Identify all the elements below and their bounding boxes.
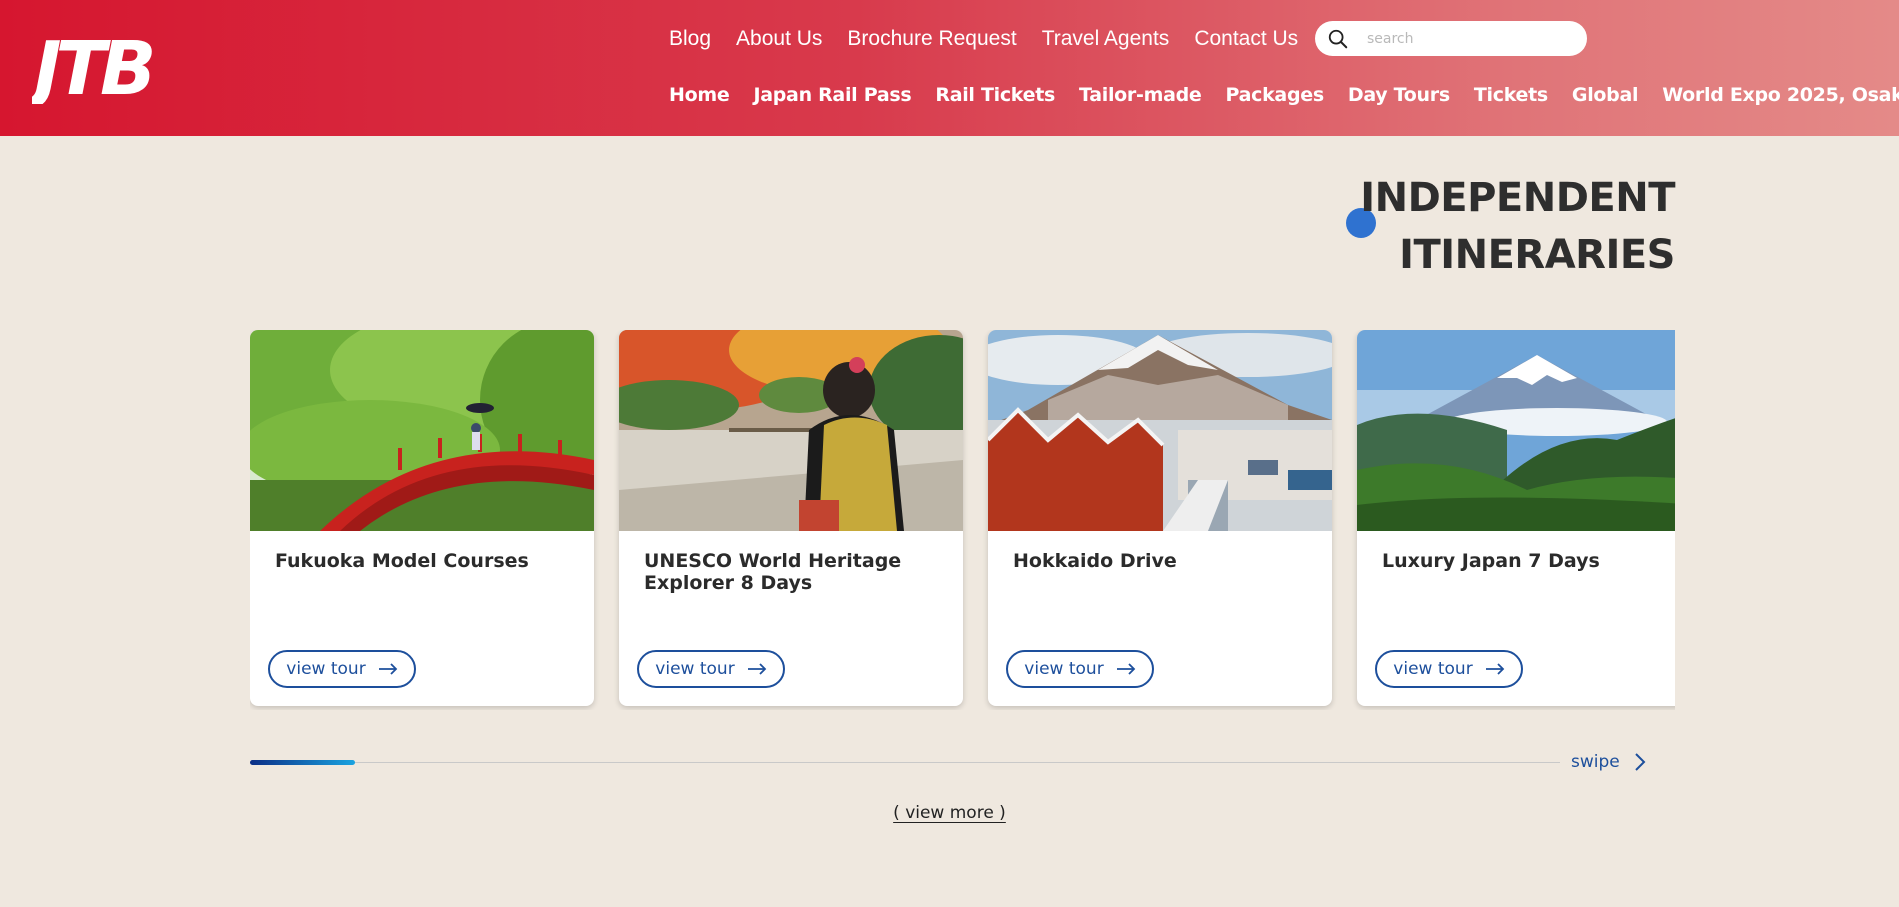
tour-card[interactable]: Fukuoka Model Courses view tour (250, 330, 594, 706)
view-more-link[interactable]: ( view more ) (893, 803, 1006, 823)
swipe-label: swipe (1571, 752, 1620, 772)
card-title: Luxury Japan 7 Days (1382, 550, 1600, 572)
card-image-fukuoka[interactable] (250, 330, 594, 531)
view-tour-button[interactable]: view tour (1375, 650, 1523, 688)
arrow-right-icon (1116, 663, 1135, 675)
nav-item-global[interactable]: Global (1572, 84, 1639, 106)
nav-item-packages[interactable]: Packages (1225, 84, 1324, 106)
chevron-right-icon[interactable] (1634, 752, 1646, 772)
logo-text: JTB (32, 26, 152, 104)
card-title: Hokkaido Drive (1013, 550, 1177, 572)
view-tour-button[interactable]: view tour (637, 650, 785, 688)
nav-item-japan-rail-pass[interactable]: Japan Rail Pass (753, 84, 911, 106)
top-link-travel-agents[interactable]: Travel Agents (1042, 27, 1170, 51)
search-box[interactable] (1315, 21, 1587, 56)
jtb-logo[interactable]: JTB (32, 24, 162, 104)
site-header: JTB Blog About Us Brochure Request Trave… (0, 0, 1899, 136)
top-link-blog[interactable]: Blog (669, 27, 711, 51)
card-image-hokkaido[interactable] (988, 330, 1332, 531)
nav-item-home[interactable]: Home (669, 84, 730, 106)
top-link-brochure-request[interactable]: Brochure Request (847, 27, 1016, 51)
arrow-right-icon (1485, 663, 1504, 675)
nav-item-world-expo[interactable]: World Expo 2025, Osaka (1662, 84, 1899, 106)
view-tour-label: view tour (1393, 659, 1473, 679)
arrow-right-icon (747, 663, 766, 675)
view-tour-button[interactable]: view tour (1006, 650, 1154, 688)
search-input[interactable] (1367, 30, 1567, 47)
tour-card[interactable]: Hokkaido Drive view tour (988, 330, 1332, 706)
view-tour-label: view tour (655, 659, 735, 679)
tour-card[interactable]: Luxury Japan 7 Days view tour (1357, 330, 1675, 706)
arrow-right-icon (378, 663, 397, 675)
nav-item-tickets[interactable]: Tickets (1474, 84, 1548, 106)
main-nav: Home Japan Rail Pass Rail Tickets Tailor… (669, 80, 1899, 110)
utility-nav: Blog About Us Brochure Request Travel Ag… (669, 24, 1323, 54)
nav-item-rail-tickets[interactable]: Rail Tickets (935, 84, 1055, 106)
top-link-contact-us[interactable]: Contact Us (1194, 27, 1298, 51)
tour-card[interactable]: UNESCO World Heritage Explorer 8 Days vi… (619, 330, 963, 706)
view-more-container: ( view more ) (0, 803, 1899, 823)
top-link-about-us[interactable]: About Us (736, 27, 822, 51)
view-tour-button[interactable]: view tour (268, 650, 416, 688)
section-title: INDEPENDENT ITINERARIES (1360, 170, 1675, 284)
nav-item-tailor-made[interactable]: Tailor-made (1079, 84, 1202, 106)
search-icon[interactable] (1327, 28, 1349, 50)
view-tour-label: view tour (1024, 659, 1104, 679)
card-title: Fukuoka Model Courses (275, 550, 529, 572)
view-tour-label: view tour (286, 659, 366, 679)
swipe-control[interactable]: swipe (1571, 752, 1646, 772)
card-image-luxury-japan[interactable] (1357, 330, 1675, 531)
card-image-unesco[interactable] (619, 330, 963, 531)
section-title-line-1: INDEPENDENT (1360, 175, 1675, 221)
itinerary-carousel[interactable]: Fukuoka Model Courses view tour UNESCO W… (250, 330, 1675, 710)
carousel-progress-fill[interactable] (250, 760, 355, 765)
section-title-line-2: ITINERARIES (1399, 232, 1675, 278)
card-title: UNESCO World Heritage Explorer 8 Days (644, 550, 902, 594)
carousel-progress-track[interactable] (250, 762, 1560, 763)
nav-item-day-tours[interactable]: Day Tours (1348, 84, 1450, 106)
